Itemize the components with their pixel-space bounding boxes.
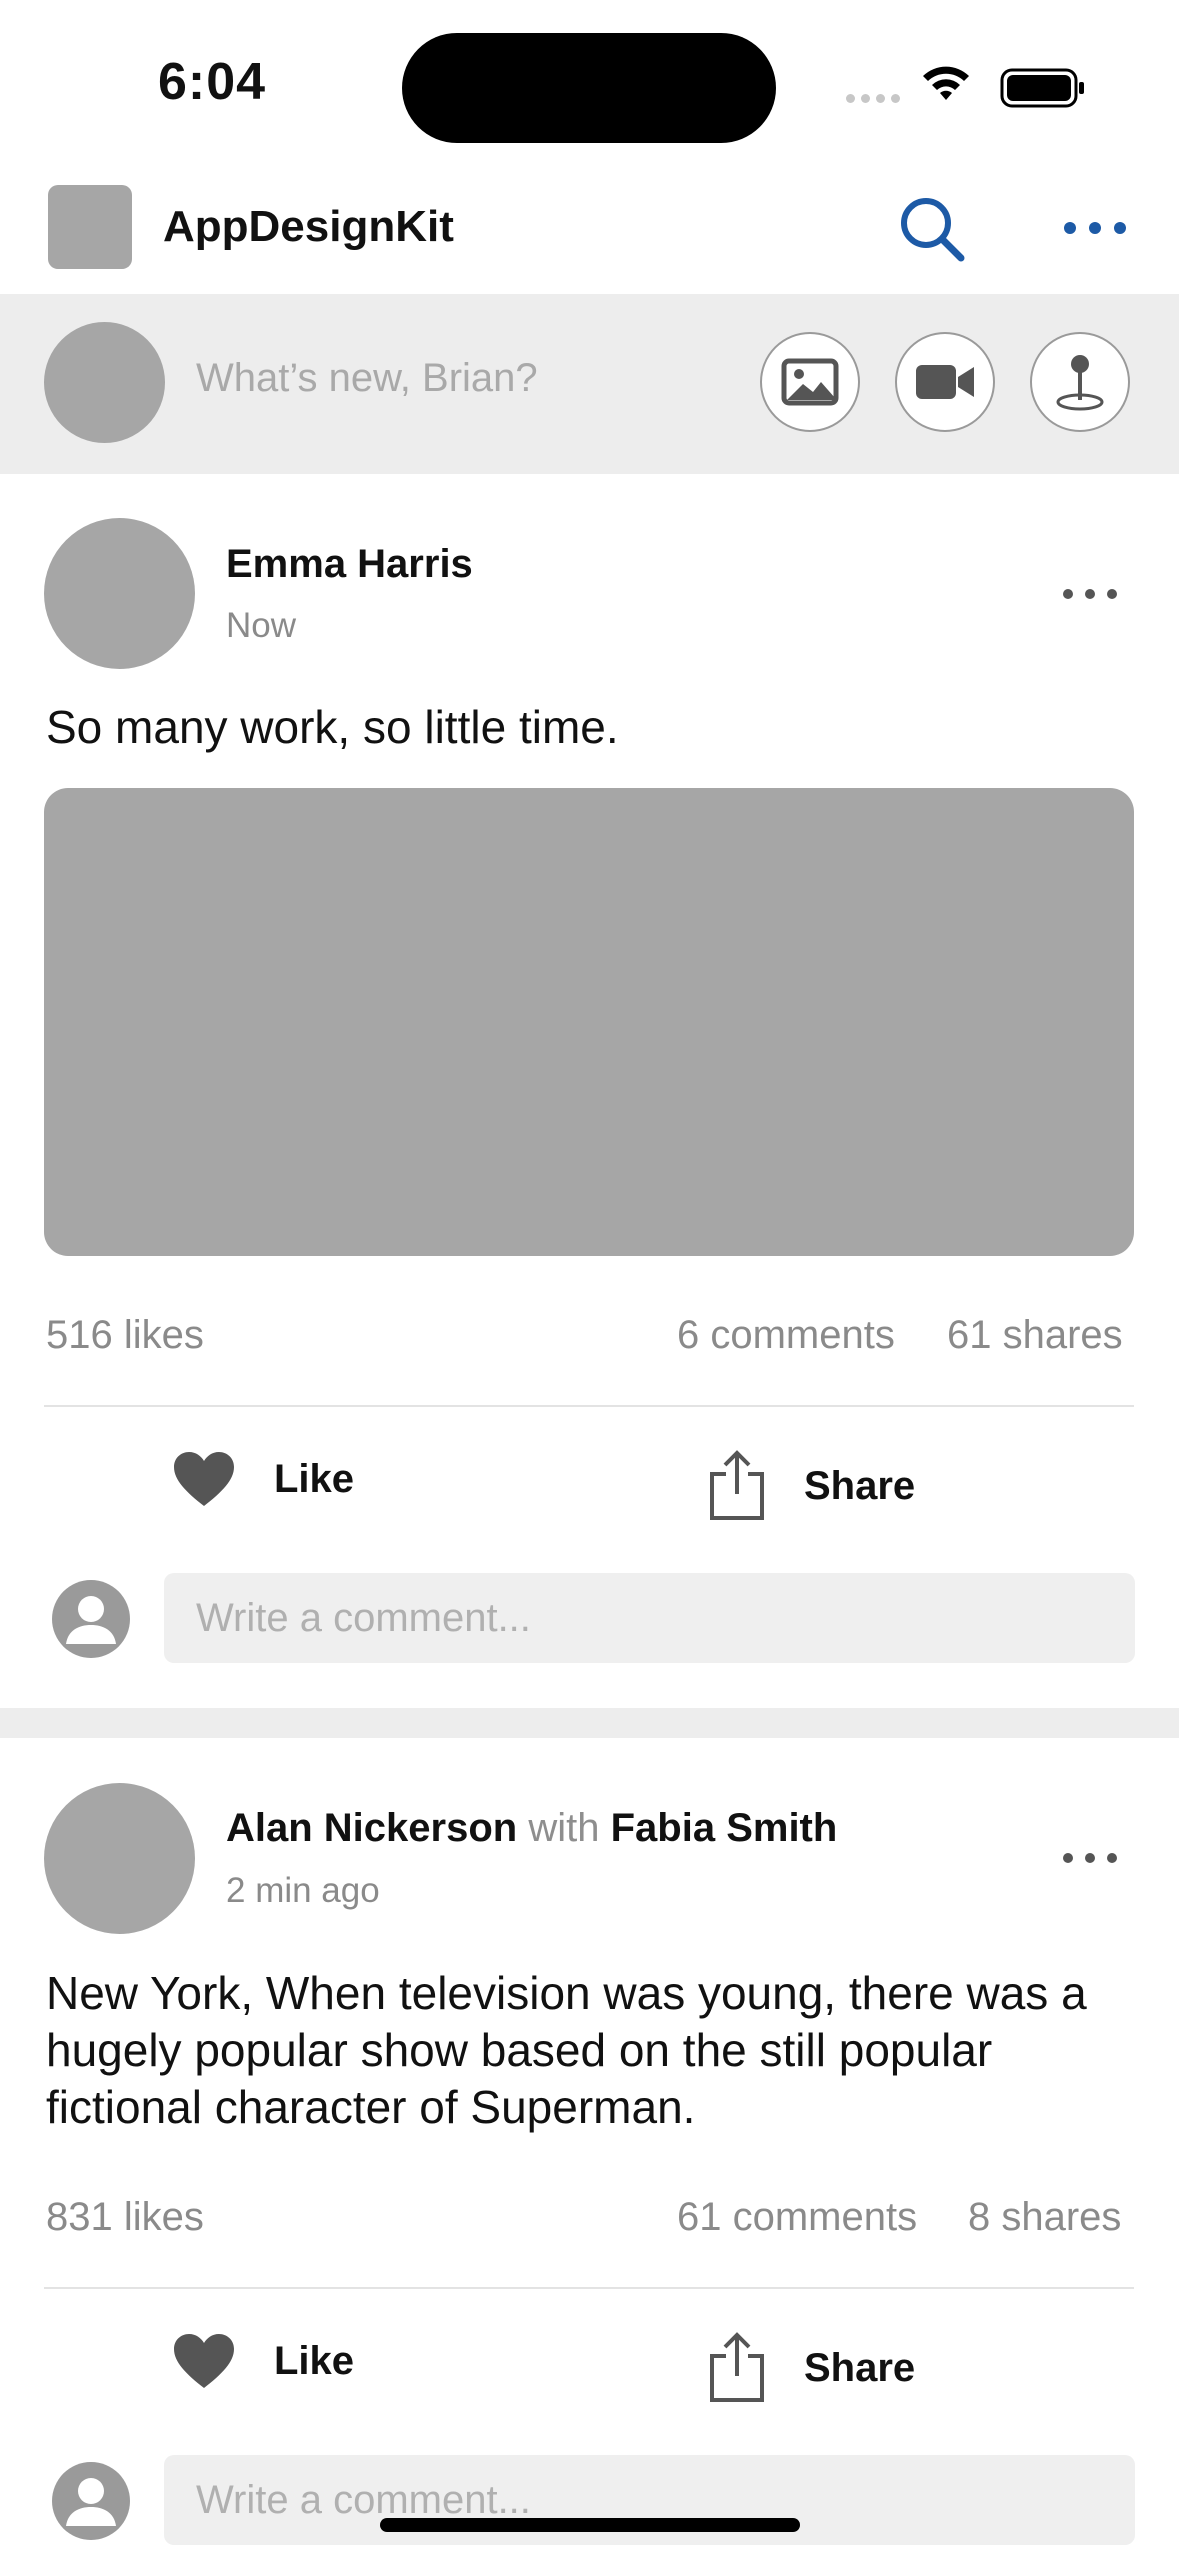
post-separator [0,1708,1179,1738]
battery-icon [1000,68,1084,108]
share-icon [710,2332,764,2402]
share-icon [710,1450,764,1520]
author-avatar[interactable] [44,518,195,669]
post-text: New York, When television was young, the… [46,1967,1087,2133]
heart-icon [174,1452,234,1506]
post-timestamp: Now [226,606,297,645]
status-bar: 6:04 [0,0,1179,170]
author-avatar[interactable] [44,1783,195,1934]
add-location-button[interactable] [1030,332,1130,432]
add-photo-button[interactable] [760,332,860,432]
tagged-user[interactable]: Fabia Smith [611,1806,838,1850]
share-button[interactable]: Share [708,2332,915,2404]
shares-count[interactable]: 8 shares [968,2195,1121,2240]
dynamic-island [402,33,776,143]
post-more-icon[interactable] [1060,584,1120,604]
location-icon [1056,355,1104,411]
with-text: with [528,1806,600,1850]
like-label: Like [274,2338,355,2383]
post-composer: What’s new, Brian? [0,294,1179,474]
video-icon [916,365,974,399]
post-author[interactable]: Alan Nickerson [226,1806,517,1850]
cellular-signal-icon [846,90,906,108]
app-logo [48,185,132,269]
likes-count[interactable]: 831 likes [46,2195,204,2240]
app-header: AppDesignKit [0,170,1179,294]
shares-count[interactable]: 61 shares [947,1313,1123,1358]
whats-new-input[interactable]: What’s new, Brian? [196,356,538,401]
commenter-avatar [52,2462,130,2540]
photo-icon [781,358,839,406]
user-icon [66,1596,116,1644]
comment-input[interactable]: Write a comment... [164,1573,1135,1663]
comments-count[interactable]: 61 comments [677,2195,917,2240]
divider [44,2287,1134,2289]
divider [44,1405,1134,1407]
post-more-icon[interactable] [1060,1848,1120,1868]
like-label: Like [274,1456,355,1501]
share-button[interactable]: Share [708,1450,915,1522]
wifi-icon [923,66,969,100]
search-icon[interactable] [895,192,969,266]
like-button[interactable]: Like [172,2332,354,2390]
post-author-line: Alan Nickerson with Fabia Smith [226,1806,837,1851]
user-icon [66,2478,116,2526]
more-icon[interactable] [1060,208,1130,248]
heart-icon [174,2334,234,2388]
share-label: Share [804,2345,916,2390]
post-author[interactable]: Emma Harris [226,542,473,587]
likes-count[interactable]: 516 likes [46,1313,204,1358]
comments-count[interactable]: 6 comments [677,1313,895,1358]
app-title: AppDesignKit [163,202,454,251]
share-label: Share [804,1463,916,1508]
home-indicator[interactable] [380,2518,800,2532]
add-video-button[interactable] [895,332,995,432]
post-image[interactable] [44,788,1134,1256]
like-button[interactable]: Like [172,1450,354,1508]
status-time: 6:04 [158,53,267,111]
post-text: So many work, so little time. [46,701,619,753]
post-timestamp: 2 min ago [226,1871,380,1910]
commenter-avatar [52,1580,130,1658]
avatar [44,322,165,443]
